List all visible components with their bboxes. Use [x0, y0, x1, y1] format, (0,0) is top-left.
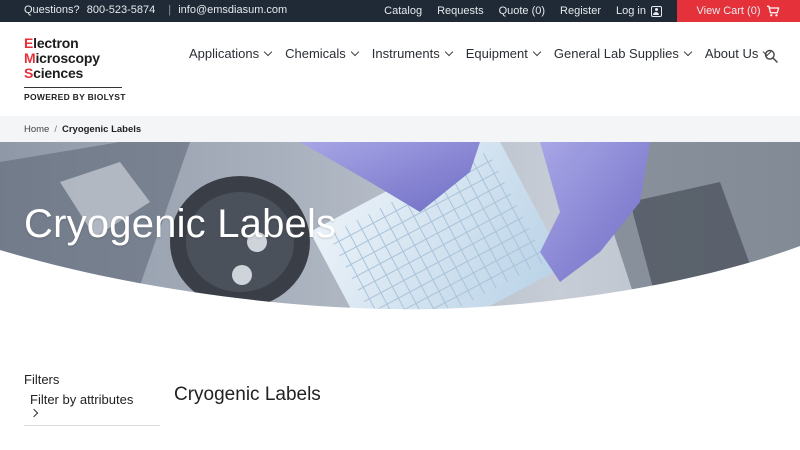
search-icon[interactable]	[764, 49, 778, 63]
chevron-right-icon[interactable]	[29, 408, 39, 418]
utility-links: Catalog Requests Quote (0) Register Log …	[384, 0, 800, 22]
page-title: Cryogenic Labels	[174, 384, 321, 405]
chevron-down-icon	[532, 47, 542, 57]
filters-divider	[24, 425, 160, 426]
logo-line-microscopy: Microscopy	[24, 50, 100, 66]
phone-link[interactable]: 800-523-5874	[87, 4, 156, 16]
nav-about-us[interactable]: About Us	[705, 46, 772, 61]
site-header: Electron Microscopy Sciences POWERED BY …	[0, 22, 800, 116]
chevron-down-icon	[350, 47, 360, 57]
requests-link[interactable]: Requests	[437, 5, 483, 17]
chevron-down-icon	[263, 47, 273, 57]
filter-by-attributes[interactable]: Filter by attributes	[30, 392, 160, 407]
filters-sidebar: Filters Filter by attributes	[24, 372, 160, 426]
site-logo[interactable]: Electron Microscopy Sciences POWERED BY …	[24, 36, 134, 102]
logo-powered-by: POWERED BY BIOLYST	[24, 92, 126, 102]
email-link[interactable]: info@emsdiasum.com	[178, 4, 287, 16]
nav-applications[interactable]: Applications	[189, 46, 273, 61]
chevron-down-icon	[683, 47, 693, 57]
top-utility-bar: Questions? 800-523-5874 | info@emsdiasum…	[0, 0, 800, 22]
questions-label: Questions?	[24, 4, 80, 16]
contact-separator: |	[168, 4, 172, 16]
quote-link[interactable]: Quote (0)	[499, 5, 545, 17]
view-cart-label: View Cart (0)	[696, 5, 761, 17]
chevron-down-icon	[444, 47, 453, 57]
catalog-link[interactable]: Catalog	[384, 5, 422, 17]
hero-title: Cryogenic Labels	[24, 202, 337, 246]
user-icon	[651, 5, 662, 17]
nav-instruments[interactable]: Instruments	[372, 46, 453, 61]
login-link[interactable]: Log in	[616, 5, 662, 17]
logo-divider	[24, 87, 122, 88]
breadcrumb-separator: /	[54, 124, 57, 135]
logo-line-sciences: Sciences	[24, 65, 84, 81]
breadcrumb-home[interactable]: Home	[24, 124, 49, 135]
contact-info: Questions? 800-523-5874 | info@emsdiasum…	[24, 4, 291, 16]
main-nav: Applications Chemicals Instruments Equip…	[189, 46, 784, 61]
login-label: Log in	[616, 5, 646, 17]
hero-banner: Cryogenic Labels	[0, 142, 800, 314]
filters-title: Filters	[24, 372, 60, 387]
breadcrumb-current: Cryogenic Labels	[61, 124, 142, 135]
view-cart-button[interactable]: View Cart (0)	[677, 0, 800, 22]
logo-line-electron: Electron	[24, 35, 79, 51]
nav-general-lab-supplies[interactable]: General Lab Supplies	[554, 46, 693, 61]
cart-icon	[767, 5, 780, 17]
nav-chemicals[interactable]: Chemicals	[285, 46, 360, 61]
nav-equipment[interactable]: Equipment	[466, 46, 542, 61]
breadcrumb: Home / Cryogenic Labels	[0, 116, 800, 142]
register-link[interactable]: Register	[560, 5, 601, 17]
